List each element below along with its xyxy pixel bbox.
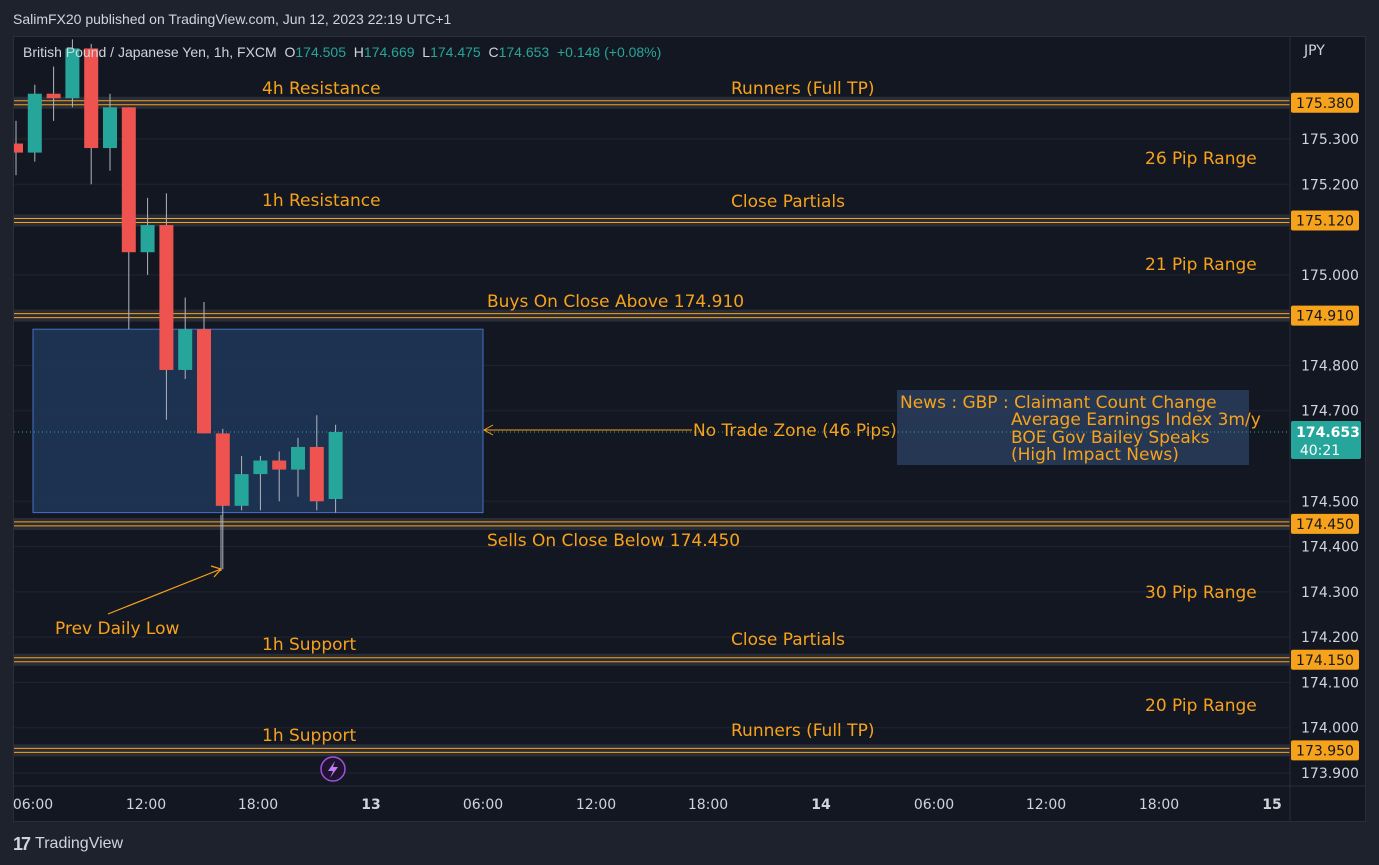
legend-low-label: L: [422, 44, 431, 60]
candle-body: [234, 474, 249, 506]
tradingview-brand[interactable]: TradingView: [35, 835, 123, 853]
annotation-no-trade-zone: No Trade Zone (46 Pips): [693, 421, 897, 441]
time-tick-label: 15: [1262, 797, 1281, 813]
candle-body: [197, 329, 211, 434]
level-band: [14, 744, 1290, 757]
candle-body: [178, 329, 193, 370]
candle-body: [272, 460, 287, 470]
level-price-label: 173.950: [1296, 743, 1354, 759]
annotation-4h-resistance: 4h Resistance: [262, 79, 381, 99]
annotation-26-pip-range: 26 Pip Range: [1145, 149, 1257, 169]
legend-open: 174.505: [295, 44, 346, 60]
time-tick-label: 12:00: [576, 797, 616, 813]
current-price-label: 174.653: [1296, 425, 1360, 441]
annotation-prev-daily-low: Prev Daily Low: [55, 619, 179, 639]
tradingview-logo[interactable]: 17: [13, 834, 31, 855]
level-band: [14, 517, 1290, 530]
level-band: [14, 96, 1290, 109]
time-tick-label: 13: [361, 797, 380, 813]
annotation-close-partials-bottom: Close Partials: [731, 630, 845, 650]
time-tick-label: 18:00: [688, 797, 728, 813]
candle-body: [215, 433, 230, 506]
candle-body: [253, 460, 268, 475]
legend-symbol: British Pound / Japanese Yen, 1h, FXCM: [23, 44, 277, 60]
level-price-label: 174.450: [1296, 517, 1354, 533]
price-tick-label: 174.800: [1301, 358, 1359, 374]
time-tick-label: 18:00: [1139, 797, 1179, 813]
price-tick-label: 175.300: [1301, 132, 1359, 148]
price-tick-label: 174.100: [1301, 675, 1359, 691]
symbol-legend: British Pound / Japanese Yen, 1h, FXCM O…: [23, 44, 661, 60]
price-tick-label: 174.500: [1301, 494, 1359, 510]
price-tick-label: 175.000: [1301, 268, 1359, 284]
annotation-1h-support-b: 1h Support: [262, 726, 357, 746]
level-price-label: 175.380: [1296, 96, 1354, 112]
time-tick-label: 12:00: [126, 797, 166, 813]
annotation-runners-bottom: Runners (Full TP): [731, 721, 874, 741]
price-tick-label: 175.200: [1301, 177, 1359, 193]
time-tick-label: 12:00: [1026, 797, 1066, 813]
level-band: [14, 653, 1290, 666]
annotation-close-partials-top: Close Partials: [731, 192, 845, 212]
annotation-sells-below: Sells On Close Below 174.450: [487, 531, 740, 551]
price-tick-label: 174.400: [1301, 540, 1359, 556]
time-tick-label: 14: [811, 797, 831, 813]
price-tick-label: 174.200: [1301, 630, 1359, 646]
legend-high: 174.669: [363, 44, 415, 60]
bar-countdown-label: 40:21: [1300, 443, 1340, 459]
candle-body: [46, 93, 61, 99]
candle-body: [159, 225, 174, 370]
legend-open-label: O: [284, 44, 296, 60]
candle-body: [140, 225, 155, 253]
time-tick-label: 06:00: [463, 797, 503, 813]
news-line-4: (High Impact News): [1011, 445, 1179, 465]
candle-body: [14, 143, 23, 153]
time-tick-label: 06:00: [13, 797, 53, 813]
currency-label: JPY: [1303, 43, 1325, 59]
news-line-2: Average Earnings Index 3m/y: [1011, 410, 1261, 430]
legend-close: 174.653: [498, 44, 550, 60]
annotation-30-pip-range: 30 Pip Range: [1145, 583, 1257, 603]
price-tick-label: 174.700: [1301, 404, 1359, 420]
candle-body: [309, 446, 324, 502]
annotation-buys-above: Buys On Close Above 174.910: [487, 292, 744, 312]
no-trade-zone: [32, 328, 484, 514]
annotation-21-pip-range: 21 Pip Range: [1145, 255, 1257, 275]
level-band: [14, 214, 1290, 227]
price-tick-label: 173.900: [1301, 766, 1359, 782]
level-price-label: 175.120: [1296, 214, 1354, 230]
annotation-runners-top: Runners (Full TP): [731, 79, 874, 99]
level-price-label: 174.150: [1296, 653, 1354, 669]
legend-close-label: C: [488, 44, 499, 60]
price-tick-label: 174.300: [1301, 585, 1359, 601]
time-tick-label: 18:00: [238, 797, 278, 813]
price-tick-label: 174.000: [1301, 721, 1359, 737]
annotation-1h-support-a: 1h Support: [262, 635, 357, 655]
footer: 17 TradingView: [13, 831, 123, 857]
level-price-label: 174.910: [1296, 309, 1354, 325]
legend-high-label: H: [353, 44, 364, 60]
chart-canvas[interactable]: JPY 175.300 175.200 175.000 174.800 174.700 17…: [0, 0, 1379, 865]
candle-body: [328, 431, 343, 500]
candle-body: [27, 93, 42, 153]
legend-low: 174.475: [430, 44, 481, 60]
time-tick-label: 06:00: [914, 797, 954, 813]
candle-body: [291, 446, 305, 470]
candle-body: [121, 107, 136, 253]
candle-body: [84, 48, 99, 149]
legend-change: +0.148 (+0.08%): [557, 44, 662, 60]
annotation-20-pip-range: 20 Pip Range: [1145, 696, 1257, 716]
annotation-1h-resistance: 1h Resistance: [262, 191, 381, 211]
candle-body: [103, 107, 117, 149]
